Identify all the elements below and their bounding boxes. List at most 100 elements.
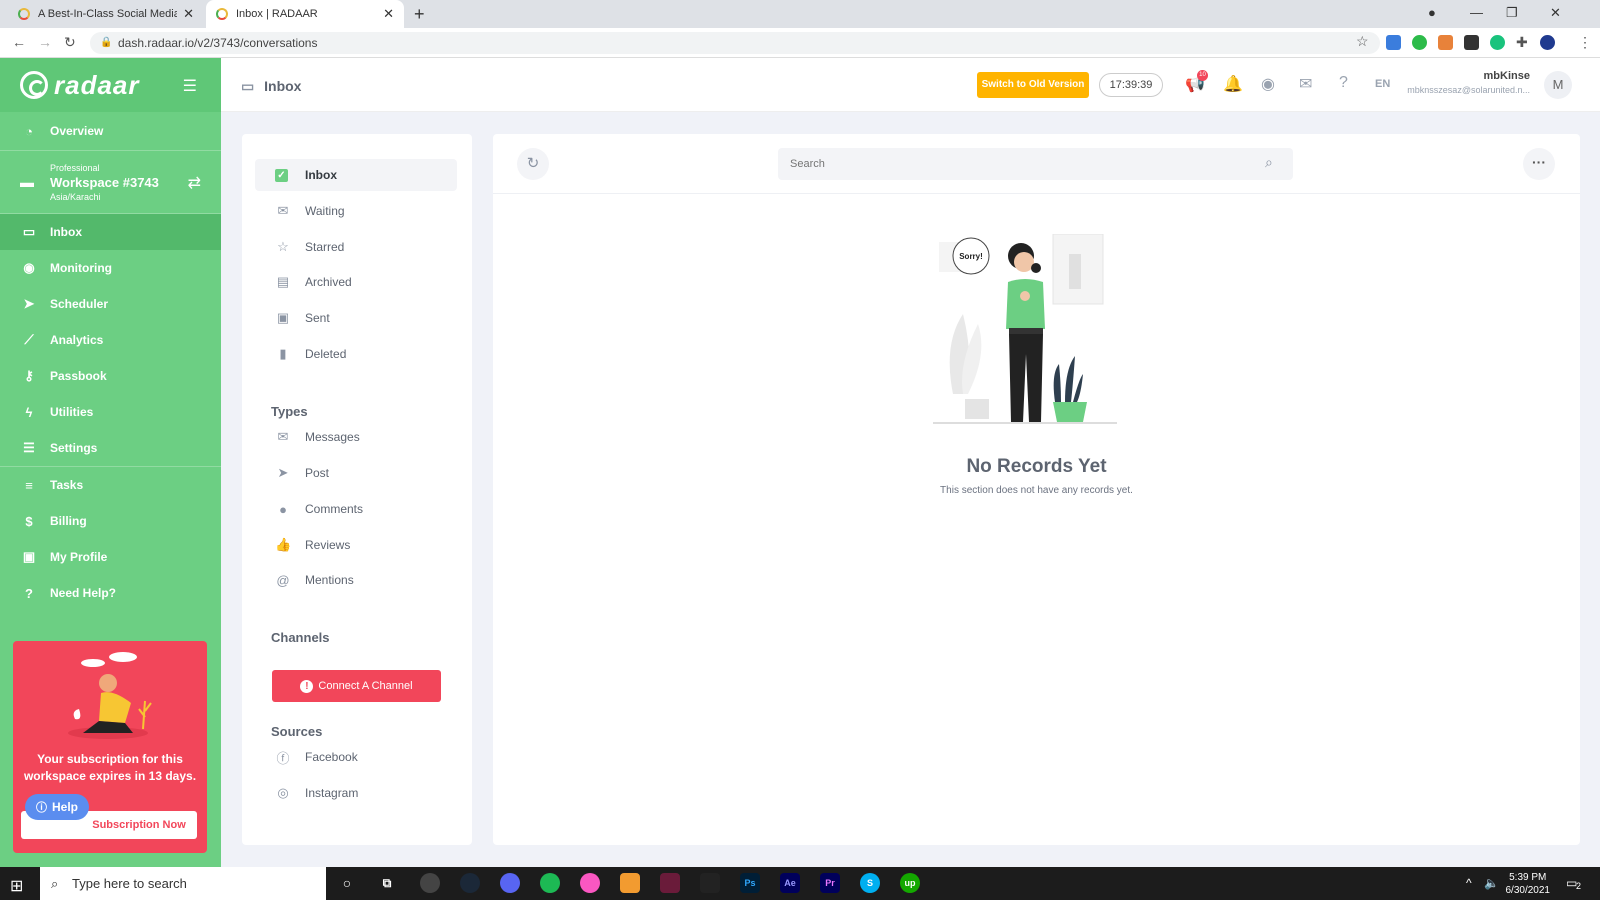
sad-person-illustration: [13, 641, 207, 751]
bell-icon[interactable]: 🔔: [1223, 74, 1243, 94]
forward-icon[interactable]: →: [38, 34, 52, 50]
sidebar-item-billing[interactable]: $ Billing: [0, 503, 221, 539]
url-field[interactable]: 🔒 dash.radaar.io/v2/3743/conversations: [90, 32, 1380, 54]
extension-icon[interactable]: [1438, 35, 1453, 50]
sidebar-item-tasks[interactable]: ≡ Tasks: [0, 467, 221, 503]
type-post[interactable]: ➤ Post: [255, 457, 457, 489]
extension-icon[interactable]: [1386, 35, 1401, 50]
search-input[interactable]: [778, 148, 1293, 180]
sidebar-item-label: Passbook: [50, 369, 107, 383]
sidebar-item-my-profile[interactable]: ▣ My Profile: [0, 539, 221, 575]
puzzle-icon[interactable]: ✚: [1516, 34, 1528, 51]
exclamation-icon: !: [300, 679, 314, 693]
sidebar-item-scheduler[interactable]: ➤ Scheduler: [0, 286, 221, 322]
menu-kebab-icon[interactable]: ⋮: [1578, 34, 1592, 51]
avatar[interactable]: M: [1544, 71, 1572, 99]
itunes-icon[interactable]: [580, 873, 600, 893]
workspace-switcher[interactable]: ▬ Professional Workspace #3743 Asia/Kara…: [0, 150, 221, 214]
swap-icon[interactable]: ⇄: [188, 173, 201, 193]
envelope-icon[interactable]: ✉: [1299, 74, 1312, 94]
sidebar-item-label: Billing: [50, 514, 87, 528]
folder-label: Starred: [305, 240, 345, 254]
skype-icon[interactable]: S: [860, 873, 880, 893]
photoshop-icon[interactable]: Ps: [740, 873, 760, 893]
task-view-icon[interactable]: ⧉: [377, 873, 397, 893]
folder-waiting[interactable]: ✉ Waiting: [255, 195, 457, 227]
type-mentions[interactable]: @ Mentions: [255, 564, 457, 596]
sidebar-item-monitoring[interactable]: ◉ Monitoring: [0, 250, 221, 286]
folder-label: Archived: [305, 275, 352, 289]
close-tab-icon[interactable]: ✕: [183, 6, 194, 22]
profile-icon[interactable]: [1540, 35, 1555, 50]
source-facebook[interactable]: ⓕ Facebook: [255, 741, 457, 773]
premiere-icon[interactable]: Pr: [820, 873, 840, 893]
close-window-icon[interactable]: ✕: [1550, 5, 1561, 21]
type-reviews[interactable]: 👍 Reviews: [255, 529, 457, 561]
question-icon[interactable]: ?: [1339, 74, 1348, 92]
switch-old-version-button[interactable]: Switch to Old Version: [977, 72, 1089, 98]
source-instagram[interactable]: ◎ Instagram: [255, 777, 457, 809]
user-info[interactable]: mbKinse mbknsszesaz@solarunited.n...: [1407, 70, 1530, 95]
volume-icon[interactable]: 🔈: [1484, 876, 1499, 890]
bookmark-star-icon[interactable]: ☆: [1356, 33, 1369, 50]
type-comments[interactable]: ● Comments: [255, 493, 457, 525]
type-messages[interactable]: ✉ Messages: [255, 421, 457, 453]
steam-icon[interactable]: [460, 873, 480, 893]
after-effects-icon[interactable]: Ae: [780, 873, 800, 893]
more-options-icon[interactable]: ···: [1523, 148, 1555, 180]
inbox-icon: ▭: [22, 224, 36, 239]
sidebar-item-passbook[interactable]: ⚷ Passbook: [0, 358, 221, 394]
sidebar-item-need-help[interactable]: ? Need Help?: [0, 575, 221, 611]
types-heading: Types: [271, 404, 308, 419]
sorry-bubble-text: Sorry!: [959, 252, 983, 261]
browser-tab-active[interactable]: Inbox | RADAAR ✕: [206, 0, 404, 28]
eye-icon[interactable]: ◉: [1261, 74, 1275, 94]
sidebar-item-inbox[interactable]: ▭ Inbox: [0, 214, 221, 250]
help-circle-icon: ⓘ: [35, 802, 47, 814]
upwork-icon[interactable]: up: [900, 873, 920, 893]
maximize-icon[interactable]: ❐: [1506, 5, 1518, 21]
close-tab-icon[interactable]: ✕: [383, 6, 394, 22]
check-icon: ✓: [275, 168, 288, 182]
page-title: ▭ Inbox: [241, 78, 301, 95]
cortana-icon[interactable]: ○: [337, 873, 357, 893]
app-icon[interactable]: [620, 873, 640, 893]
connect-channel-button[interactable]: ! Connect A Channel: [272, 670, 441, 702]
help-button[interactable]: ⓘ Help: [25, 794, 89, 820]
taskbar-clock[interactable]: 5:39 PM 6/30/2021: [1506, 871, 1551, 897]
thumbs-up-icon: 👍: [275, 537, 292, 552]
extension-icon[interactable]: [1412, 35, 1427, 50]
folder-inbox[interactable]: ✓ Inbox: [255, 159, 457, 191]
sidebar-item-analytics[interactable]: ⟋ Analytics: [0, 322, 221, 358]
folder-starred[interactable]: ☆ Starred: [255, 231, 457, 263]
extension-icon[interactable]: [1464, 35, 1479, 50]
spotify-icon[interactable]: [540, 873, 560, 893]
new-tab-icon[interactable]: +: [414, 4, 425, 25]
folder-deleted[interactable]: ▮ Deleted: [255, 338, 457, 370]
sidebar-item-utilities[interactable]: ϟ Utilities: [0, 394, 221, 430]
minimize-icon[interactable]: —: [1470, 5, 1483, 20]
reload-icon[interactable]: ↻: [64, 34, 76, 51]
search-icon[interactable]: ⌕: [1265, 154, 1273, 171]
collapse-menu-icon[interactable]: ☰: [183, 76, 197, 96]
browser-tab[interactable]: A Best-In-Class Social Media Ma ✕: [8, 0, 204, 28]
back-icon[interactable]: ←: [12, 34, 26, 50]
key-icon: ⚷: [24, 368, 34, 383]
folder-archived[interactable]: ▤ Archived: [255, 266, 457, 298]
app-icon[interactable]: [660, 873, 680, 893]
page-title-text: Inbox: [264, 78, 302, 94]
epic-games-icon[interactable]: [700, 873, 720, 893]
grammarly-icon[interactable]: [1490, 35, 1505, 50]
sidebar-item-label: Need Help?: [50, 586, 117, 600]
taskbar-search[interactable]: ⌕ Type here to search: [40, 867, 326, 900]
sidebar-item-settings[interactable]: ☰ Settings: [0, 430, 221, 466]
refresh-icon[interactable]: ↻: [517, 148, 549, 180]
chrome-icon[interactable]: [420, 873, 440, 893]
windows-start-icon[interactable]: ⊞: [10, 876, 23, 896]
discord-icon[interactable]: [500, 873, 520, 893]
tray-chevron-icon[interactable]: ^: [1466, 876, 1472, 890]
profile-dropdown-icon[interactable]: ●: [1428, 5, 1436, 20]
sidebar-item-overview[interactable]: ◔ Overview: [0, 112, 221, 150]
folder-sent[interactable]: ▣ Sent: [255, 302, 457, 334]
language-selector[interactable]: EN: [1375, 78, 1390, 90]
